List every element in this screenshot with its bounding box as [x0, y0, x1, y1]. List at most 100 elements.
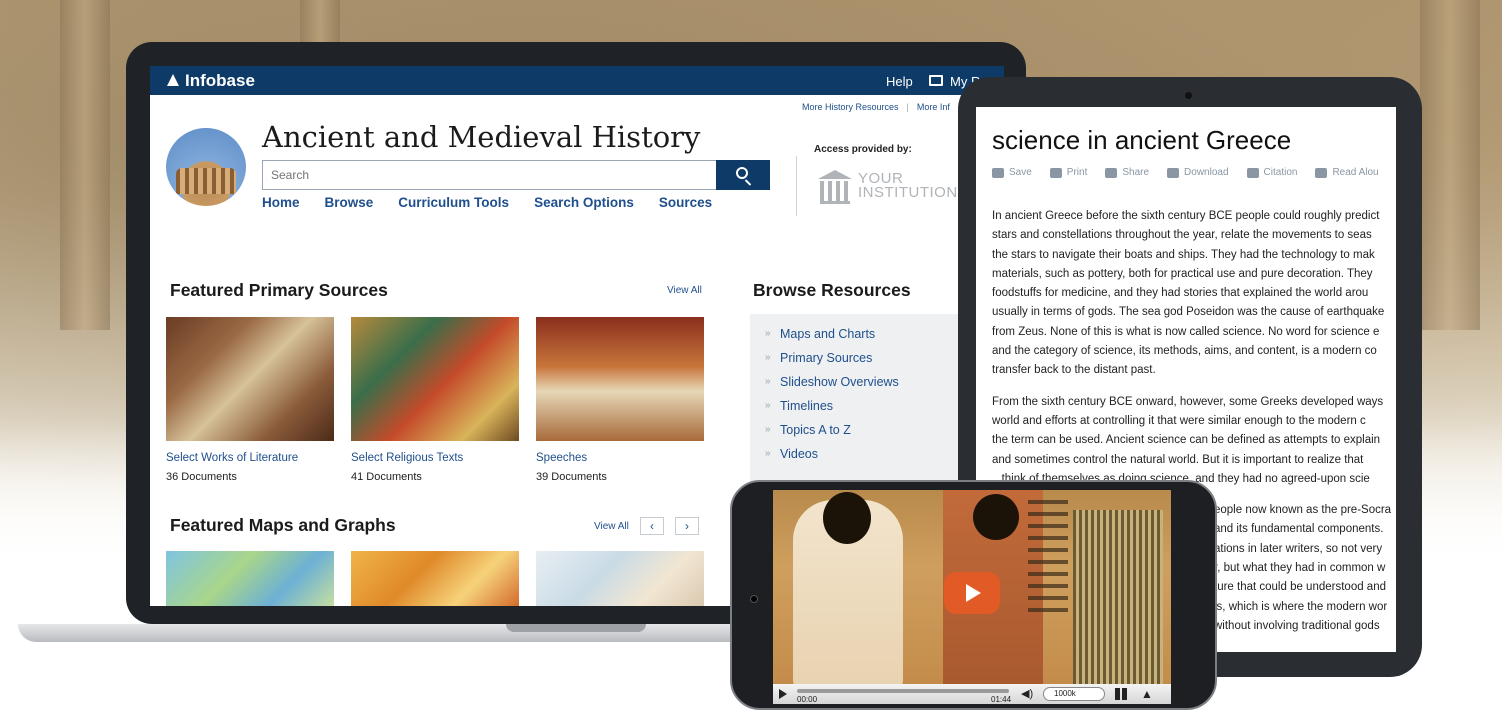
search-button[interactable] — [716, 160, 770, 190]
chevron-right-icon: » — [765, 400, 771, 411]
chevron-right-icon: » — [765, 424, 771, 435]
citation-label: Citation — [1263, 167, 1298, 178]
fullscreen-icon[interactable] — [1115, 688, 1127, 700]
access-divider — [796, 156, 797, 216]
print-button[interactable]: Print — [1049, 167, 1088, 178]
egyptian-figure-head — [973, 494, 1019, 540]
play-icon[interactable] — [779, 689, 787, 699]
more-info-link[interactable]: More Inf — [917, 102, 950, 112]
speaker-icon — [1315, 167, 1328, 178]
video-controls: 00:00 01:44 ◀) 1000k ▲ — [773, 684, 1171, 704]
cloud-download-icon — [1167, 167, 1180, 178]
browse-item-timelines[interactable]: Timelines — [780, 399, 833, 413]
search-box — [262, 160, 717, 190]
laptop-notch — [506, 624, 646, 632]
phone-camera — [750, 595, 758, 603]
institution-logo: YOUR INSTITUTION — [818, 170, 958, 204]
view-all-sources-link[interactable]: View All — [667, 285, 702, 296]
nav-home[interactable]: Home — [262, 195, 300, 210]
play-button[interactable] — [944, 572, 1000, 614]
page-title: Ancient and Medieval History — [262, 120, 701, 154]
article-line: foodstuffs for medicine, and they had st… — [992, 287, 1369, 300]
colosseum-logo-image — [166, 128, 246, 206]
infobase-icon: ▲ — [1141, 687, 1153, 701]
share-label: Share — [1122, 167, 1150, 178]
card-title-literature[interactable]: Select Works of Literature — [166, 452, 298, 464]
map-thumbnail[interactable] — [536, 551, 704, 606]
quality-select[interactable]: 1000k — [1043, 687, 1105, 701]
map-thumbnail[interactable] — [166, 551, 334, 606]
card-title-speeches[interactable]: Speeches — [536, 452, 587, 464]
folder-icon[interactable] — [929, 75, 943, 86]
seek-bar[interactable] — [797, 689, 1009, 693]
read-aloud-label: Read Alou — [1332, 167, 1379, 178]
article-toolbar: Save Print Share Download Citation Read … — [992, 167, 1379, 178]
institution-name: YOUR INSTITUTION — [858, 171, 958, 201]
card-count-speeches: 39 Documents — [536, 471, 607, 483]
volume-icon[interactable]: ◀) — [1021, 687, 1033, 700]
egyptian-figure-head — [823, 492, 871, 544]
main-nav: Home Browse Curriculum Tools Search Opti… — [262, 195, 712, 210]
prev-button[interactable]: ‹ — [640, 517, 664, 535]
link-separator: | — [906, 102, 909, 112]
featured-maps-title: Featured Maps and Graphs — [170, 515, 396, 535]
browse-item-primary-sources[interactable]: Primary Sources — [780, 351, 872, 365]
nav-browse[interactable]: Browse — [325, 195, 374, 210]
pencil-icon — [1246, 167, 1259, 178]
save-button[interactable]: Save — [992, 167, 1032, 178]
map-thumbnail[interactable] — [351, 551, 519, 606]
browse-resources-title: Browse Resources — [753, 280, 911, 300]
article-line: from Zeus. None of this is what is now c… — [992, 325, 1380, 338]
nav-search-options[interactable]: Search Options — [534, 195, 634, 210]
total-time: 01:44 — [991, 695, 1012, 704]
browse-item-maps-and-charts[interactable]: Maps and Charts — [780, 327, 875, 341]
card-count-literature: 36 Documents — [166, 471, 237, 483]
folder-icon — [992, 167, 1004, 178]
article-line: In ancient Greece before the sixth centu… — [992, 210, 1380, 222]
read-aloud-button[interactable]: Read Alou — [1315, 167, 1379, 178]
infobase-logo[interactable]: Infobase — [166, 71, 255, 91]
more-history-resources-link[interactable]: More History Resources — [802, 102, 899, 112]
article-title: science in ancient Greece — [992, 125, 1292, 155]
browse-item-slideshow-overviews[interactable]: Slideshow Overviews — [780, 375, 899, 389]
browse-item-videos[interactable]: Videos — [780, 447, 818, 461]
chevron-right-icon: » — [765, 376, 771, 387]
institution-icon — [818, 170, 852, 204]
literature-manuscript-image[interactable] — [166, 317, 334, 441]
search-input[interactable] — [263, 161, 716, 189]
download-button[interactable]: Download — [1167, 167, 1229, 178]
nav-sources[interactable]: Sources — [659, 195, 712, 210]
save-label: Save — [1009, 167, 1032, 178]
background-column — [1420, 0, 1480, 330]
chevron-right-icon: » — [765, 352, 771, 363]
printer-icon — [1049, 167, 1062, 178]
article-line: and the category of science, its methods… — [992, 345, 1377, 358]
search-icon — [736, 167, 748, 179]
article-line: the stars to navigate their boats and sh… — [992, 248, 1375, 261]
infobase-logo-icon — [166, 74, 180, 88]
nav-curriculum-tools[interactable]: Curriculum Tools — [398, 195, 509, 210]
browse-item-topics-a-to-z[interactable]: Topics A to Z — [780, 423, 851, 437]
help-link[interactable]: Help — [886, 74, 913, 89]
card-title-religious[interactable]: Select Religious Texts — [351, 452, 463, 464]
institution-name-line2: INSTITUTION — [858, 184, 958, 201]
article-line: world and efforts at controlling it that… — [992, 414, 1366, 427]
citation-button[interactable]: Citation — [1246, 167, 1298, 178]
top-bar: Infobase Help My Rese — [150, 66, 1004, 95]
next-button[interactable]: › — [675, 517, 699, 535]
download-label: Download — [1184, 167, 1229, 178]
card-count-religious: 41 Documents — [351, 471, 422, 483]
share-button[interactable]: Share — [1105, 167, 1149, 178]
article-line: usually in terms of gods. The sea god Po… — [992, 306, 1385, 319]
speeches-painting-image[interactable] — [536, 317, 704, 441]
print-label: Print — [1066, 167, 1088, 178]
grain-stalks — [1073, 510, 1163, 684]
article-line: the term can be used. Ancient science ca… — [992, 434, 1381, 447]
hieroglyphs — [1028, 500, 1068, 620]
view-all-maps-link[interactable]: View All — [594, 521, 629, 532]
religious-text-image[interactable] — [351, 317, 519, 441]
background-column — [60, 0, 110, 330]
resource-links: More History Resources | More Inf — [802, 102, 958, 112]
article-line: From the sixth century BCE onward, howev… — [992, 395, 1384, 408]
